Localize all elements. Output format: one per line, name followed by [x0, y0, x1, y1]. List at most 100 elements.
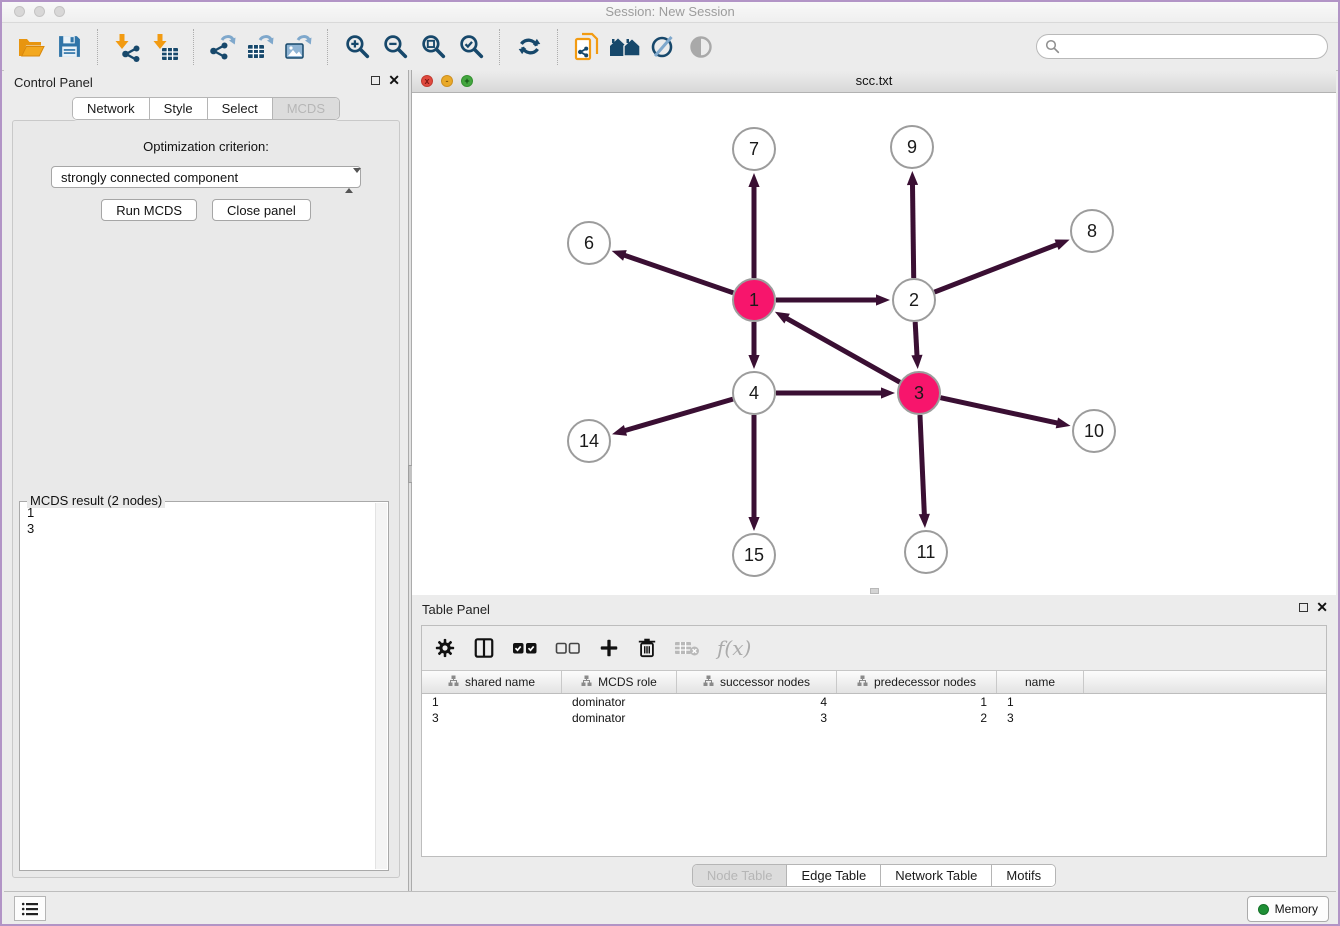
- hide-style-icon[interactable]: [644, 28, 682, 66]
- delete-column-icon[interactable]: [637, 633, 657, 663]
- search-icon: [1045, 39, 1060, 59]
- control-panel-header: Control Panel ✕: [4, 70, 408, 94]
- import-network-icon[interactable]: [108, 28, 146, 66]
- graph-edge-arrowhead: [612, 250, 627, 261]
- table-tab-motifs[interactable]: Motifs: [992, 865, 1055, 886]
- graph-edge-arrowhead: [907, 171, 918, 185]
- table-tab-node-table[interactable]: Node Table: [693, 865, 788, 886]
- float-panel-icon[interactable]: [371, 76, 380, 85]
- settings-gear-icon[interactable]: [434, 633, 456, 663]
- network-graph[interactable]: 7968124314101511: [412, 93, 1336, 595]
- clone-network-icon[interactable]: [568, 28, 606, 66]
- graph-node-label-7: 7: [749, 139, 759, 159]
- table-panel-title: Table Panel: [422, 602, 490, 617]
- toolbar-separator: [557, 29, 559, 65]
- network-window: x - + scc.txt 7968124314101511: [412, 70, 1336, 595]
- column-header-MCDS-role[interactable]: MCDS role: [562, 671, 677, 693]
- table-row[interactable]: 3dominator323: [422, 710, 1326, 726]
- import-table-icon[interactable]: [146, 28, 184, 66]
- close-traffic-light[interactable]: [14, 6, 25, 17]
- home-layout-icon[interactable]: [606, 28, 644, 66]
- table-cell[interactable]: dominator: [562, 694, 677, 710]
- canvas-resize-handle[interactable]: [870, 588, 879, 594]
- column-header-label: predecessor nodes: [874, 675, 976, 689]
- refresh-icon[interactable]: [510, 28, 548, 66]
- graph-node-label-1: 1: [749, 290, 759, 310]
- graph-node-label-10: 10: [1084, 421, 1104, 441]
- result-scrollbar[interactable]: [375, 503, 387, 869]
- column-header-shared-name[interactable]: shared name: [422, 671, 562, 693]
- graph-edge-2-8[interactable]: [935, 244, 1060, 292]
- graph-node-label-9: 9: [907, 137, 917, 157]
- show-hidden-eye-icon: [682, 28, 720, 66]
- table-cell[interactable]: 4: [677, 694, 837, 710]
- graph-edge-2-3[interactable]: [915, 322, 917, 358]
- table-cell[interactable]: 1: [837, 694, 997, 710]
- zoom-traffic-light[interactable]: [54, 6, 65, 17]
- table-tab-network-table[interactable]: Network Table: [881, 865, 992, 886]
- deselect-all-icon[interactable]: [555, 633, 581, 663]
- network-minimize-icon[interactable]: -: [441, 75, 453, 87]
- tab-select[interactable]: Select: [208, 98, 273, 119]
- table-cell[interactable]: 1: [422, 694, 562, 710]
- task-history-button[interactable]: [14, 896, 46, 921]
- graph-node-label-4: 4: [749, 383, 759, 403]
- zoom-selected-icon[interactable]: [452, 28, 490, 66]
- search-input[interactable]: [1036, 34, 1328, 59]
- tab-network[interactable]: Network: [73, 98, 150, 119]
- table-cell[interactable]: 3: [997, 710, 1084, 726]
- close-table-panel-icon[interactable]: ✕: [1316, 602, 1328, 613]
- table-cell[interactable]: 2: [837, 710, 997, 726]
- mcds-result-box: 13: [19, 501, 389, 871]
- network-window-title: scc.txt: [412, 70, 1336, 91]
- open-session-icon[interactable]: [12, 28, 50, 66]
- network-close-icon[interactable]: x: [421, 75, 433, 87]
- graph-edge-3-10[interactable]: [940, 398, 1059, 424]
- save-session-icon[interactable]: [50, 28, 88, 66]
- table-cell[interactable]: 3: [677, 710, 837, 726]
- graph-node-label-3: 3: [914, 383, 924, 403]
- memory-button[interactable]: Memory: [1247, 896, 1329, 922]
- graph-edge-arrowhead: [748, 173, 759, 187]
- zoom-out-icon[interactable]: [376, 28, 414, 66]
- search-field: [1036, 34, 1328, 59]
- table-row[interactable]: 1dominator411: [422, 694, 1326, 710]
- graph-edge-1-6[interactable]: [622, 254, 733, 292]
- close-panel-button[interactable]: Close panel: [212, 199, 311, 221]
- export-network-icon[interactable]: [204, 28, 242, 66]
- main-toolbar: [2, 23, 1338, 71]
- graph-edge-4-14[interactable]: [623, 399, 733, 431]
- tab-mcds[interactable]: MCDS: [273, 98, 339, 119]
- network-canvas[interactable]: 7968124314101511: [412, 93, 1336, 595]
- table-cell[interactable]: 3: [422, 710, 562, 726]
- network-maximize-icon[interactable]: +: [461, 75, 473, 87]
- graph-edge-2-9[interactable]: [912, 182, 913, 278]
- minimize-traffic-light[interactable]: [34, 6, 45, 17]
- column-header-predecessor-nodes[interactable]: predecessor nodes: [837, 671, 997, 693]
- column-header-successor-nodes[interactable]: successor nodes: [677, 671, 837, 693]
- optimization-criterion-select[interactable]: strongly connected component: [51, 166, 361, 188]
- optimization-criterion-value: strongly connected component: [61, 170, 238, 185]
- graph-edge-3-11[interactable]: [920, 415, 924, 517]
- table-tab-edge-table[interactable]: Edge Table: [787, 865, 881, 886]
- dropdown-stepper-icon: [345, 170, 354, 186]
- export-image-icon[interactable]: [280, 28, 318, 66]
- table-cell[interactable]: dominator: [562, 710, 677, 726]
- zoom-fit-icon[interactable]: [414, 28, 452, 66]
- zoom-in-icon[interactable]: [338, 28, 376, 66]
- run-mcds-button[interactable]: Run MCDS: [101, 199, 197, 221]
- column-header-name[interactable]: name: [997, 671, 1084, 693]
- export-table-icon[interactable]: [242, 28, 280, 66]
- float-table-panel-icon[interactable]: [1299, 603, 1308, 612]
- column-header-label: shared name: [465, 675, 535, 689]
- add-column-icon[interactable]: [598, 633, 620, 663]
- node-table-container: f(x) shared nameMCDS rolesuccessor nodes…: [421, 625, 1327, 857]
- table-header-row: shared name MCDS rolesuccessor nodes prede…: [422, 670, 1326, 694]
- close-panel-icon[interactable]: ✕: [388, 75, 400, 86]
- graph-edge-3-1[interactable]: [784, 317, 899, 382]
- split-columns-icon[interactable]: [473, 633, 495, 663]
- select-all-icon[interactable]: [512, 633, 538, 663]
- mcds-result-item: 3: [27, 521, 388, 537]
- tab-style[interactable]: Style: [150, 98, 208, 119]
- table-cell[interactable]: 1: [997, 694, 1084, 710]
